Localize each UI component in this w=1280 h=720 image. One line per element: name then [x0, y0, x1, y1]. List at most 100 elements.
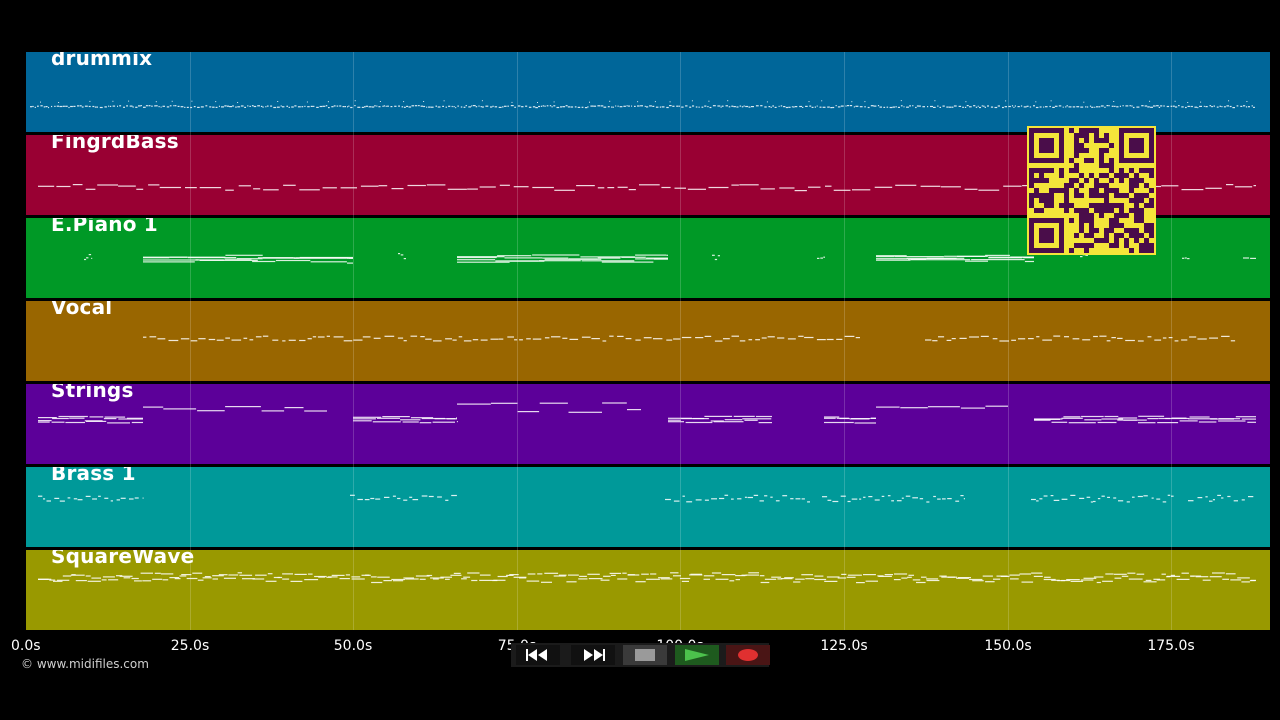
- note: [1061, 498, 1068, 500]
- note: [493, 579, 506, 581]
- note: [704, 415, 733, 417]
- note: [698, 106, 700, 108]
- note: [299, 339, 306, 342]
- note: [1106, 105, 1109, 107]
- note: [192, 572, 203, 574]
- note: [378, 106, 381, 108]
- note: [307, 573, 313, 575]
- note: [728, 106, 731, 108]
- note: [587, 573, 600, 575]
- note: [821, 100, 823, 102]
- note: [145, 105, 148, 107]
- note: [318, 576, 326, 578]
- note: [420, 336, 425, 338]
- note: [89, 416, 104, 418]
- note: [928, 406, 960, 408]
- note: [985, 254, 1010, 256]
- note: [1230, 340, 1236, 342]
- stop-button[interactable]: [623, 645, 667, 665]
- note: [808, 101, 810, 103]
- note: [537, 573, 543, 575]
- note: [670, 572, 679, 574]
- note: [1209, 337, 1218, 339]
- note: [143, 106, 146, 108]
- note: [641, 573, 649, 575]
- record-button[interactable]: [726, 645, 770, 665]
- note: [1086, 496, 1091, 498]
- note: [391, 188, 404, 190]
- note: [876, 259, 911, 261]
- note: [135, 106, 138, 108]
- note: [982, 575, 993, 577]
- note: [591, 338, 600, 340]
- note: [69, 417, 85, 419]
- note: [731, 498, 734, 500]
- note: [790, 498, 794, 500]
- note: [1125, 339, 1135, 342]
- note: [409, 496, 413, 498]
- note: [1234, 186, 1253, 188]
- note: [668, 419, 681, 421]
- rewind-button[interactable]: [516, 645, 560, 665]
- note: [221, 106, 224, 108]
- note: [532, 338, 542, 340]
- note: [1132, 496, 1135, 498]
- fast-forward-button[interactable]: [571, 645, 615, 665]
- note: [567, 574, 579, 576]
- note: [1188, 500, 1194, 502]
- note: [884, 574, 893, 576]
- note: [376, 105, 378, 107]
- note: [291, 106, 294, 108]
- note: [676, 105, 679, 107]
- note: [871, 417, 876, 419]
- note: [717, 255, 720, 257]
- note: [331, 574, 345, 576]
- note: [666, 339, 673, 341]
- note: [257, 257, 296, 259]
- note: [755, 105, 759, 107]
- note: [959, 337, 967, 339]
- note: [824, 417, 836, 419]
- note: [38, 420, 52, 422]
- play-button[interactable]: [675, 645, 719, 665]
- note: [480, 106, 482, 108]
- note: [73, 105, 76, 107]
- note: [1035, 106, 1039, 109]
- note: [637, 105, 640, 107]
- record-icon: [738, 649, 758, 661]
- note: [903, 106, 905, 108]
- note: [152, 578, 163, 580]
- note: [760, 188, 775, 190]
- note: [445, 338, 452, 340]
- note: [845, 105, 847, 107]
- note: [576, 185, 595, 187]
- note: [445, 578, 450, 580]
- note: [681, 336, 692, 339]
- note: [713, 421, 744, 423]
- note: [939, 575, 947, 577]
- note: [560, 106, 562, 108]
- grid-line: [353, 52, 354, 630]
- note: [590, 105, 594, 107]
- note: [383, 580, 392, 582]
- note: [785, 106, 789, 109]
- note: [551, 106, 553, 108]
- note: [54, 497, 60, 499]
- note: [228, 574, 239, 576]
- note: [212, 578, 218, 580]
- note: [603, 106, 607, 108]
- note: [770, 496, 773, 498]
- note: [1160, 105, 1163, 107]
- note: [38, 185, 55, 187]
- note: [1036, 500, 1039, 502]
- note: [491, 402, 518, 404]
- note: [1147, 106, 1150, 108]
- note: [310, 261, 347, 263]
- note: [284, 407, 304, 409]
- note: [532, 186, 554, 189]
- note: [247, 105, 249, 107]
- note: [426, 184, 446, 186]
- note: [1020, 105, 1023, 107]
- note: [826, 576, 840, 578]
- note: [1029, 106, 1032, 108]
